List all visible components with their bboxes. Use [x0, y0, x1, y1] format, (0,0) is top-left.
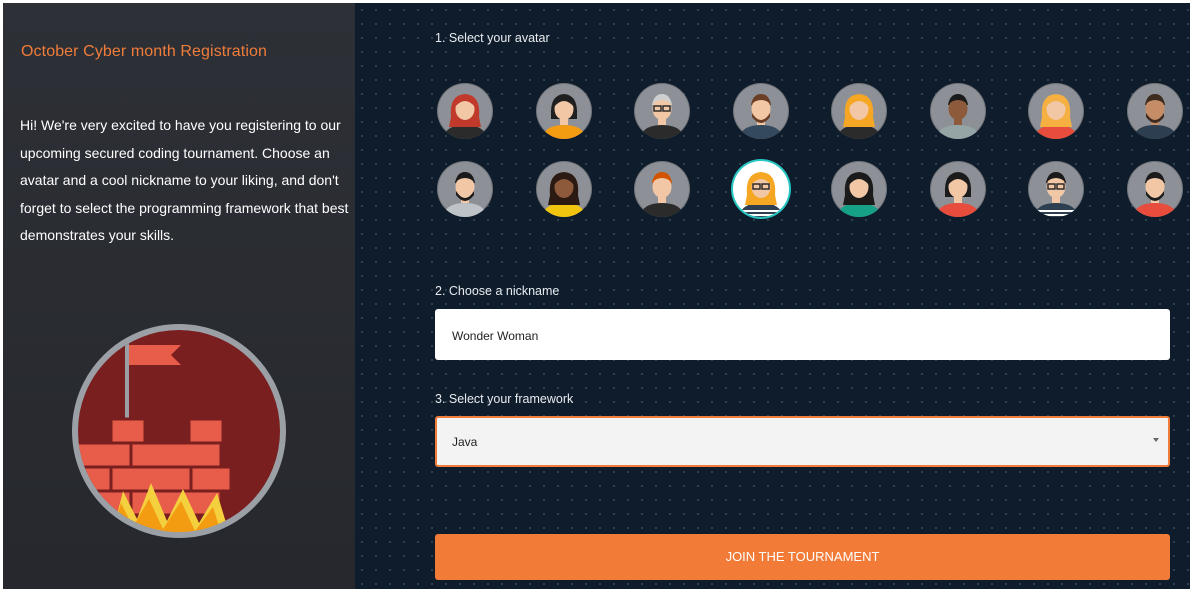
avatar-11-option[interactable] — [634, 161, 690, 217]
intro-text: Hi! We're very excited to have you regis… — [20, 117, 349, 243]
framework-selected-value: Java — [452, 435, 478, 449]
avatar-16-icon — [1132, 172, 1177, 217]
avatar-13-option[interactable] — [831, 161, 887, 217]
avatar-15-icon — [1034, 172, 1078, 217]
avatar-1-icon — [443, 94, 487, 139]
join-tournament-button[interactable]: JOIN THE TOURNAMENT — [435, 534, 1170, 580]
avatar-5-option[interactable] — [831, 83, 887, 139]
nickname-input[interactable]: Wonder Woman — [435, 309, 1170, 360]
framework-step-label: 3. Select your framework — [435, 392, 574, 406]
avatar-14-option[interactable] — [929, 161, 986, 217]
chevron-down-icon[interactable] — [1153, 438, 1159, 442]
avatar-grid — [435, 79, 1190, 219]
avatar-8-option[interactable] — [1126, 83, 1183, 139]
avatar-7-option[interactable] — [1028, 83, 1084, 139]
avatar-14-icon — [935, 172, 980, 217]
avatar-8-icon — [1132, 94, 1177, 139]
avatar-5-icon — [837, 94, 881, 139]
avatar-6-option[interactable] — [929, 83, 986, 139]
firewall-badge-icon — [72, 324, 286, 538]
page-title: October Cyber month Registration — [21, 43, 267, 60]
avatar-3-option[interactable] — [634, 83, 690, 139]
avatar-10-option[interactable] — [535, 161, 592, 217]
avatar-2-option[interactable] — [535, 83, 592, 139]
avatar-9-icon — [443, 172, 487, 217]
avatar-12-icon — [738, 172, 783, 217]
avatar-2-icon — [541, 94, 586, 139]
avatar-step-label: 1. Select your avatar — [435, 31, 550, 45]
avatar-1-option[interactable] — [437, 83, 493, 139]
registration-page: October Cyber month Registration Hi! We'… — [3, 3, 1190, 589]
avatar-13-icon — [837, 172, 881, 217]
nickname-step-label: 2. Choose a nickname — [435, 284, 560, 298]
avatar-10-icon — [541, 172, 586, 217]
intro-panel: October Cyber month Registration Hi! We'… — [3, 3, 355, 589]
framework-select[interactable]: Java — [435, 416, 1170, 467]
avatar-3-icon — [640, 94, 684, 139]
avatar-16-option[interactable] — [1126, 161, 1183, 217]
avatar-11-icon — [640, 172, 684, 217]
avatar-15-option[interactable] — [1028, 161, 1084, 217]
avatar-9-option[interactable] — [437, 161, 493, 217]
registration-form: 1. Select your avatar 2. Choose a nickna… — [355, 3, 1190, 589]
avatar-4-icon — [738, 94, 783, 139]
avatar-12-option[interactable] — [732, 161, 789, 217]
avatar-7-icon — [1034, 94, 1078, 139]
avatar-4-option[interactable] — [732, 83, 789, 139]
avatar-6-icon — [935, 94, 980, 139]
